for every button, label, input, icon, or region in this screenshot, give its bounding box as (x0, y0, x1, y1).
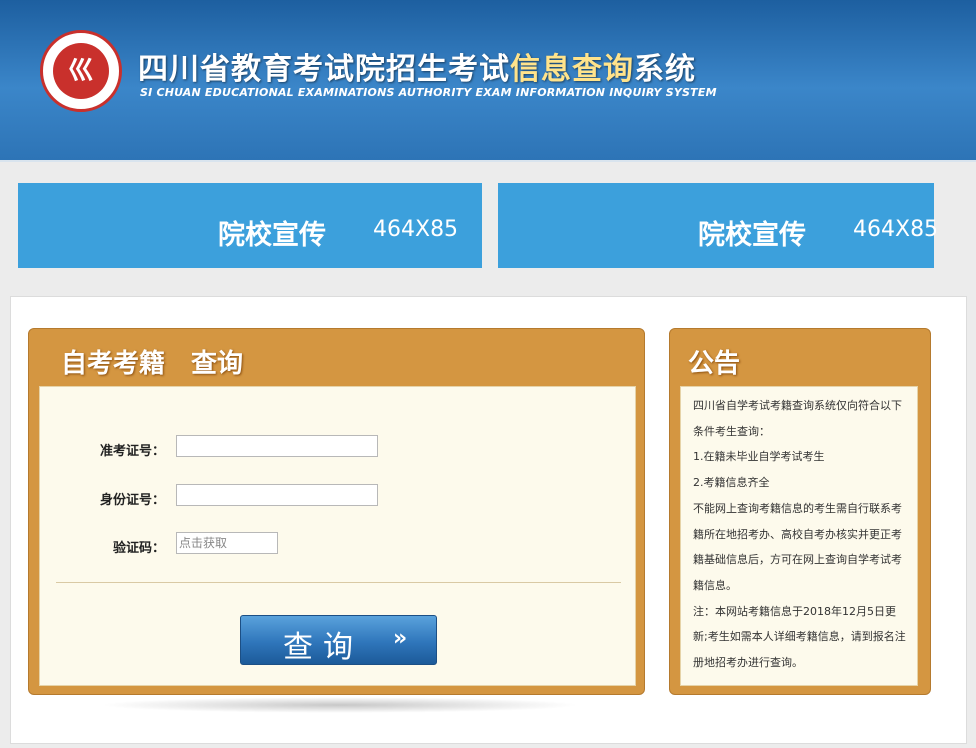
notice-paragraph: 1.在籍未毕业自学考试考生 (693, 450, 825, 464)
notice-text: 四川省自学考试考籍查询系统仅向符合以下条件考生查询： 1.在籍未毕业自学考试考生… (693, 393, 909, 676)
sceea-logo: 巛 (40, 30, 122, 112)
notice-paragraph: 2.考籍信息齐全 (693, 476, 770, 490)
exam-id-input[interactable] (176, 435, 378, 457)
site-title-part1: 四川省教育考试院招生考试 (138, 52, 510, 87)
id-card-label: 身份证号： (99, 493, 165, 508)
captcha-field[interactable]: 点击获取 (176, 532, 278, 554)
query-panel-title: 自考考籍 查询 (61, 349, 244, 379)
banner-size: 464X85 (373, 217, 459, 242)
notice-paragraph: 四川省自学考试考籍查询系统仅向符合以下条件考生查询： (693, 399, 902, 438)
double-arrow-icon: » (393, 626, 408, 651)
query-panel: 自考考籍 查询 准考证号： 身份证号： 验证码： 点击获取 查询 » (28, 328, 645, 695)
site-title: 四川省教育考试院招生考试信息查询系统 (138, 44, 696, 88)
query-button[interactable]: 查询 » (240, 615, 437, 665)
site-title-part2: 系统 (634, 52, 696, 87)
site-title-highlight: 信息查询 (510, 52, 634, 87)
notice-panel: 公告 四川省自学考试考籍查询系统仅向符合以下条件考生查询： 1.在籍未毕业自学考… (669, 328, 931, 695)
header-divider (0, 160, 976, 162)
captcha-label: 验证码： (112, 541, 165, 556)
panel-shadow (100, 697, 580, 713)
notice-body: 四川省自学考试考籍查询系统仅向符合以下条件考生查询： 1.在籍未毕业自学考试考生… (680, 386, 918, 686)
college-promo-banner-1[interactable]: 院校宣传 464X85 (18, 183, 482, 268)
banner-title: 院校宣传 (218, 220, 326, 251)
banner-title: 院校宣传 (698, 220, 806, 251)
banner-size: 464X85 (853, 217, 939, 242)
notice-paragraph: 注：本网站考籍信息于2018年12月5日更新;考生如需本人详细考籍信息，请到报名… (693, 604, 906, 670)
site-header: 巛 四川省教育考试院招生考试信息查询系统 SI CHUAN EDUCATIONA… (0, 0, 976, 160)
form-divider (56, 582, 621, 583)
notice-paragraph: 不能网上查询考籍信息的考生需自行联系考籍所在地招考办、高校自考办核实并更正考籍基… (693, 501, 902, 592)
exam-id-label: 准考证号： (99, 444, 165, 459)
notice-title: 公告 (688, 349, 741, 379)
query-button-label: 查询 (283, 630, 363, 665)
college-promo-banner-2[interactable]: 院校宣传 464X85 (498, 183, 938, 268)
logo-emblem-icon: 巛 (53, 43, 109, 99)
site-title-en: SI CHUAN EDUCATIONAL EXAMINATIONS AUTHOR… (140, 86, 717, 99)
id-card-input[interactable] (176, 484, 378, 506)
query-form: 准考证号： 身份证号： 验证码： 点击获取 查询 » (39, 386, 636, 686)
